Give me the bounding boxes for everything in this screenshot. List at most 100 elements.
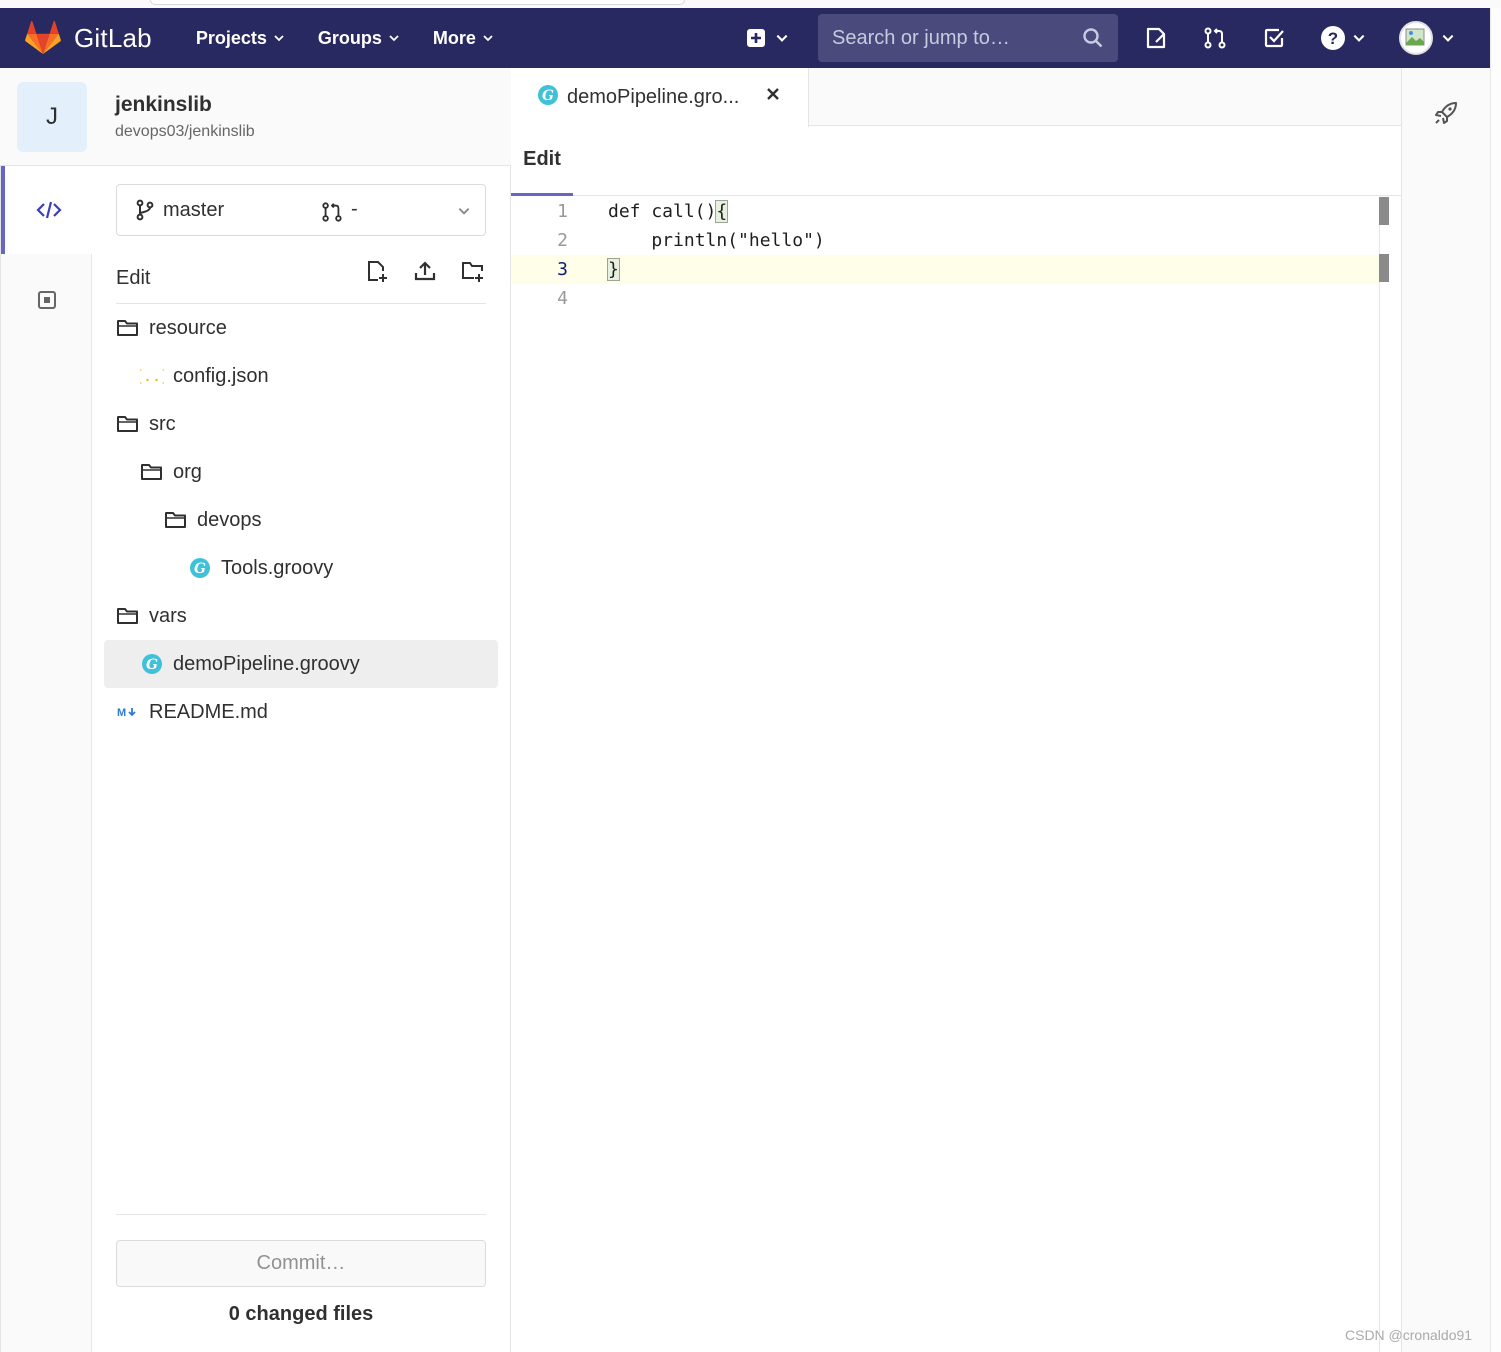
tree-item-label: devops — [197, 508, 262, 531]
chevron-down-icon — [1353, 34, 1365, 42]
tree-item-label: src — [149, 412, 176, 435]
user-menu-dropdown[interactable] — [1399, 21, 1455, 55]
right-sidebar — [1401, 68, 1490, 1352]
groovy-file-icon: G — [188, 556, 212, 580]
editor-scrollbar[interactable] — [1379, 197, 1401, 1352]
close-icon[interactable] — [764, 85, 782, 103]
tree-item-folder[interactable]: vars — [104, 592, 498, 640]
groovy-file-icon: G — [140, 652, 164, 676]
tree-item-label: resource — [149, 316, 227, 339]
gitlab-home-link[interactable]: GitLab — [24, 21, 152, 55]
tree-header: Edit — [116, 254, 486, 304]
review-mode-button[interactable] — [1, 256, 93, 344]
upload-icon[interactable] — [412, 258, 438, 284]
help-dropdown[interactable]: ? — [1320, 25, 1366, 51]
project-avatar[interactable]: J — [17, 82, 87, 152]
folder-icon — [116, 412, 140, 436]
svg-text:M: M — [117, 707, 126, 719]
commit-footer: Commit… 0 changed files — [116, 1214, 486, 1325]
file-tree: resource {..} config.json src org devops… — [104, 304, 498, 736]
tree-item-folder[interactable]: devops — [104, 496, 498, 544]
window-edge — [1490, 8, 1501, 1352]
rocket-icon[interactable] — [1433, 100, 1459, 126]
help-icon: ? — [1321, 26, 1345, 50]
scrollbar-marker — [1379, 197, 1389, 225]
edit-mode-button[interactable] — [1, 166, 93, 254]
code-text: def call(){ — [608, 197, 729, 226]
navbar-right: ? — [745, 8, 1454, 68]
file-tree-panel: master - Edit resource {..} config.json — [92, 166, 511, 1352]
browser-tab-edge — [150, 0, 685, 5]
tree-item-label: README.md — [149, 700, 268, 723]
nav-projects-dropdown[interactable]: Projects — [196, 28, 285, 49]
code-line[interactable]: 1 def call(){ — [511, 197, 1379, 226]
tree-item-file[interactable]: M README.md — [104, 688, 498, 736]
markdown-file-icon: M — [116, 700, 140, 724]
chevron-down-icon — [458, 208, 470, 215]
new-item-dropdown[interactable] — [745, 27, 815, 49]
commit-button[interactable]: Commit… — [116, 1240, 486, 1287]
code-line[interactable]: 2 println("hello") — [511, 226, 1379, 255]
svg-text:?: ? — [1328, 29, 1338, 48]
activity-bar — [0, 166, 93, 1352]
folder-icon — [140, 460, 164, 484]
line-number: 2 — [557, 230, 568, 251]
folder-icon — [116, 604, 140, 628]
search-icon — [1083, 28, 1103, 48]
tree-item-folder[interactable]: org — [104, 448, 498, 496]
svg-text:G: G — [146, 657, 158, 673]
matched-brace: } — [607, 258, 620, 281]
navbar-icons: ? — [1143, 8, 1455, 68]
nav-more-dropdown[interactable]: More — [433, 28, 494, 49]
line-number: 4 — [557, 288, 568, 309]
code-line-current[interactable]: 3 } — [511, 255, 1379, 284]
brand-name: GitLab — [74, 22, 152, 53]
chevron-down-icon — [776, 34, 788, 42]
branch-icon — [136, 199, 154, 221]
json-file-icon: {..} — [140, 364, 164, 388]
code-line[interactable]: 4 — [511, 284, 1379, 313]
new-file-icon[interactable] — [364, 258, 390, 284]
tree-item-label: demoPipeline.groovy — [173, 652, 360, 675]
new-folder-icon[interactable] — [460, 258, 486, 284]
project-name[interactable]: jenkinslib — [115, 93, 212, 117]
todos-icon[interactable] — [1261, 25, 1287, 51]
review-icon — [38, 291, 56, 309]
nav-groups-dropdown[interactable]: Groups — [318, 28, 400, 49]
changed-files-count: 0 changed files — [228, 1303, 374, 1325]
svg-text:{..}: {..} — [140, 367, 164, 385]
issues-icon[interactable] — [1143, 25, 1169, 51]
editor-file-tab[interactable]: G demoPipeline.gro... — [511, 68, 809, 127]
nav-projects-label: Projects — [195, 27, 267, 48]
tree-item-file-selected[interactable]: G demoPipeline.groovy — [104, 640, 498, 688]
browser-top-strip — [0, 0, 1501, 8]
chevron-down-icon — [483, 35, 493, 42]
search-box[interactable] — [818, 14, 1118, 62]
groovy-file-icon: G — [537, 84, 559, 111]
line-number: 1 — [557, 201, 568, 222]
tree-item-label: config.json — [173, 364, 269, 387]
branch-selector[interactable]: master - — [116, 184, 486, 236]
tree-item-file[interactable]: {..} config.json — [104, 352, 498, 400]
tree-item-file[interactable]: G Tools.groovy — [104, 544, 498, 592]
top-navbar: GitLab Projects Groups More Search or ju… — [0, 8, 1490, 68]
code-icon — [36, 201, 62, 219]
edit-mode-tab[interactable]: Edit — [511, 126, 573, 196]
merge-request-icon — [322, 202, 342, 222]
code-editor[interactable]: 1 def call(){ 2 println("hello") 3 } 4 — [511, 197, 1379, 1352]
svg-text:G: G — [542, 88, 554, 104]
folder-icon — [116, 316, 140, 340]
svg-text:G: G — [194, 561, 206, 577]
tree-item-label: Tools.groovy — [221, 556, 334, 579]
broken-image-icon — [1405, 28, 1425, 46]
tree-item-folder[interactable]: src — [104, 400, 498, 448]
tree-item-folder[interactable]: resource — [104, 304, 498, 352]
code-text-part: def call() — [608, 201, 717, 222]
merge-requests-icon[interactable] — [1202, 25, 1228, 51]
search-input[interactable] — [818, 26, 1068, 50]
plus-square-icon — [747, 29, 765, 47]
chevron-down-icon — [389, 35, 399, 42]
code-text: } — [607, 255, 620, 284]
nav-more-label: More — [432, 27, 476, 48]
editor-area: G demoPipeline.gro... Edit 1 def call(){… — [511, 68, 1401, 1352]
